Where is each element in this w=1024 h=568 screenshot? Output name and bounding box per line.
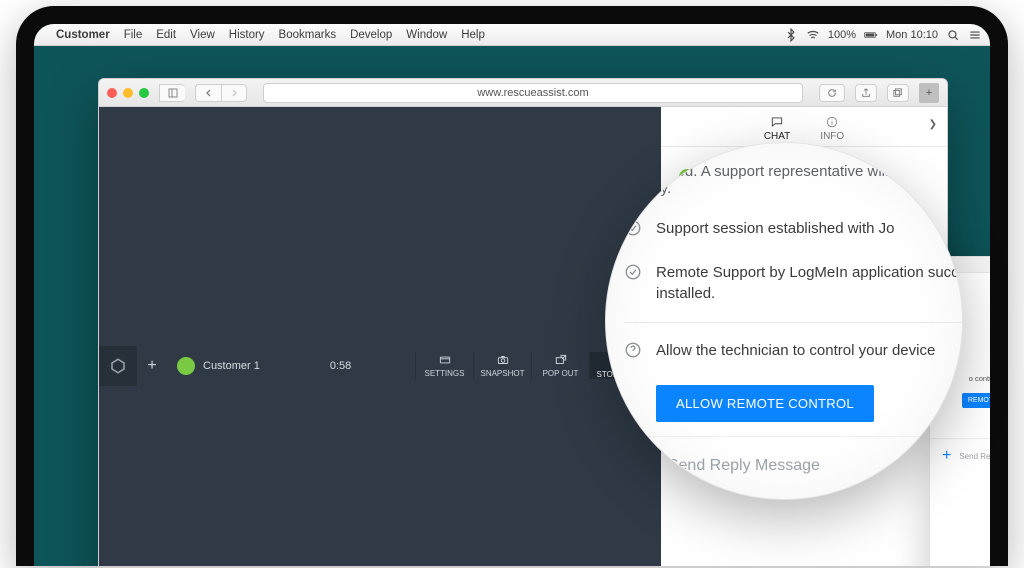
tab-info[interactable]: INFO	[820, 115, 844, 146]
window-controls	[107, 88, 149, 98]
menu-history[interactable]: History	[229, 29, 265, 41]
menu-edit[interactable]: Edit	[156, 29, 176, 41]
tab-info-label: INFO	[820, 131, 844, 142]
battery-icon[interactable]	[864, 28, 878, 42]
session-avatar	[177, 357, 195, 375]
popout-button[interactable]: POP OUT	[531, 352, 589, 379]
reload-button[interactable]	[819, 84, 845, 102]
reply-input[interactable]: Send Reply Message	[657, 457, 820, 475]
url-text: www.rescueassist.com	[477, 87, 588, 99]
minimize-window-button[interactable]	[123, 88, 133, 98]
app-toolbar: + Customer 1 0:58 SETTINGS	[99, 107, 661, 566]
macos-menubar: Customer File Edit View History Bookmark…	[34, 24, 990, 46]
chat-message: Support session established with Jo	[656, 219, 894, 239]
menu-help[interactable]: Help	[461, 29, 485, 41]
menu-develop[interactable]: Develop	[350, 29, 392, 41]
chat-status-text: connected. A support representative will…	[624, 163, 963, 197]
browser-titlebar[interactable]: www.rescueassist.com +	[99, 79, 947, 107]
new-tab-button[interactable]: +	[919, 83, 939, 103]
chat-icon	[769, 115, 785, 129]
zoom-window-button[interactable]	[139, 88, 149, 98]
check-icon	[624, 263, 642, 304]
settings-label: SETTINGS	[424, 369, 464, 378]
popout-label: POP OUT	[543, 369, 579, 378]
magnifier-overlay: connected. A support representative will…	[605, 142, 963, 500]
check-icon	[624, 219, 642, 239]
chat-message: Remote Support by LogMeIn application su…	[656, 263, 963, 304]
collapse-chat-button[interactable]: ❯	[929, 119, 937, 130]
allow-remote-control-button[interactable]: REMOTE CONTROL	[962, 393, 1008, 408]
remote-viewer-pane: + Customer 1 0:58 SETTINGS	[99, 107, 661, 566]
settings-button[interactable]: SETTINGS	[415, 352, 473, 379]
session-timer: 0:58	[330, 360, 351, 372]
reply-input[interactable]: Send Reply Message	[959, 452, 1008, 461]
add-session-button[interactable]: +	[137, 357, 167, 375]
chat-message: Allow the technician to control your dev…	[656, 341, 935, 361]
clock[interactable]: Mon 10:10	[886, 29, 938, 41]
app-logo[interactable]	[99, 346, 137, 386]
tab-chat-label: CHAT	[764, 131, 790, 142]
close-window-button[interactable]	[107, 88, 117, 98]
menu-view[interactable]: View	[190, 29, 215, 41]
back-button[interactable]	[195, 84, 221, 102]
forward-button[interactable]	[221, 84, 247, 102]
share-button[interactable]	[855, 84, 877, 102]
tabs-button[interactable]	[887, 84, 909, 102]
snapshot-label: SNAPSHOT	[480, 369, 524, 378]
address-bar[interactable]: www.rescueassist.com	[263, 83, 803, 103]
bluetooth-icon[interactable]	[784, 28, 798, 42]
session-name[interactable]: Customer 1	[203, 360, 260, 372]
sidebar-toggle-button[interactable]	[159, 84, 185, 102]
snapshot-button[interactable]: SNAPSHOT	[473, 352, 531, 379]
chat-tabs: CHAT INFO ❯	[661, 107, 947, 147]
wifi-icon[interactable]	[806, 28, 820, 42]
info-icon	[824, 115, 840, 129]
question-icon	[624, 341, 642, 361]
spotlight-icon[interactable]	[946, 28, 960, 42]
menu-file[interactable]: File	[124, 29, 143, 41]
app-name[interactable]: Customer	[56, 29, 110, 41]
attach-button[interactable]: +	[632, 453, 645, 479]
menu-bookmarks[interactable]: Bookmarks	[279, 29, 337, 41]
menu-window[interactable]: Window	[406, 29, 447, 41]
allow-remote-control-button[interactable]: ALLOW REMOTE CONTROL	[656, 385, 874, 422]
control-center-icon[interactable]	[968, 28, 982, 42]
battery-percent: 100%	[828, 29, 856, 41]
